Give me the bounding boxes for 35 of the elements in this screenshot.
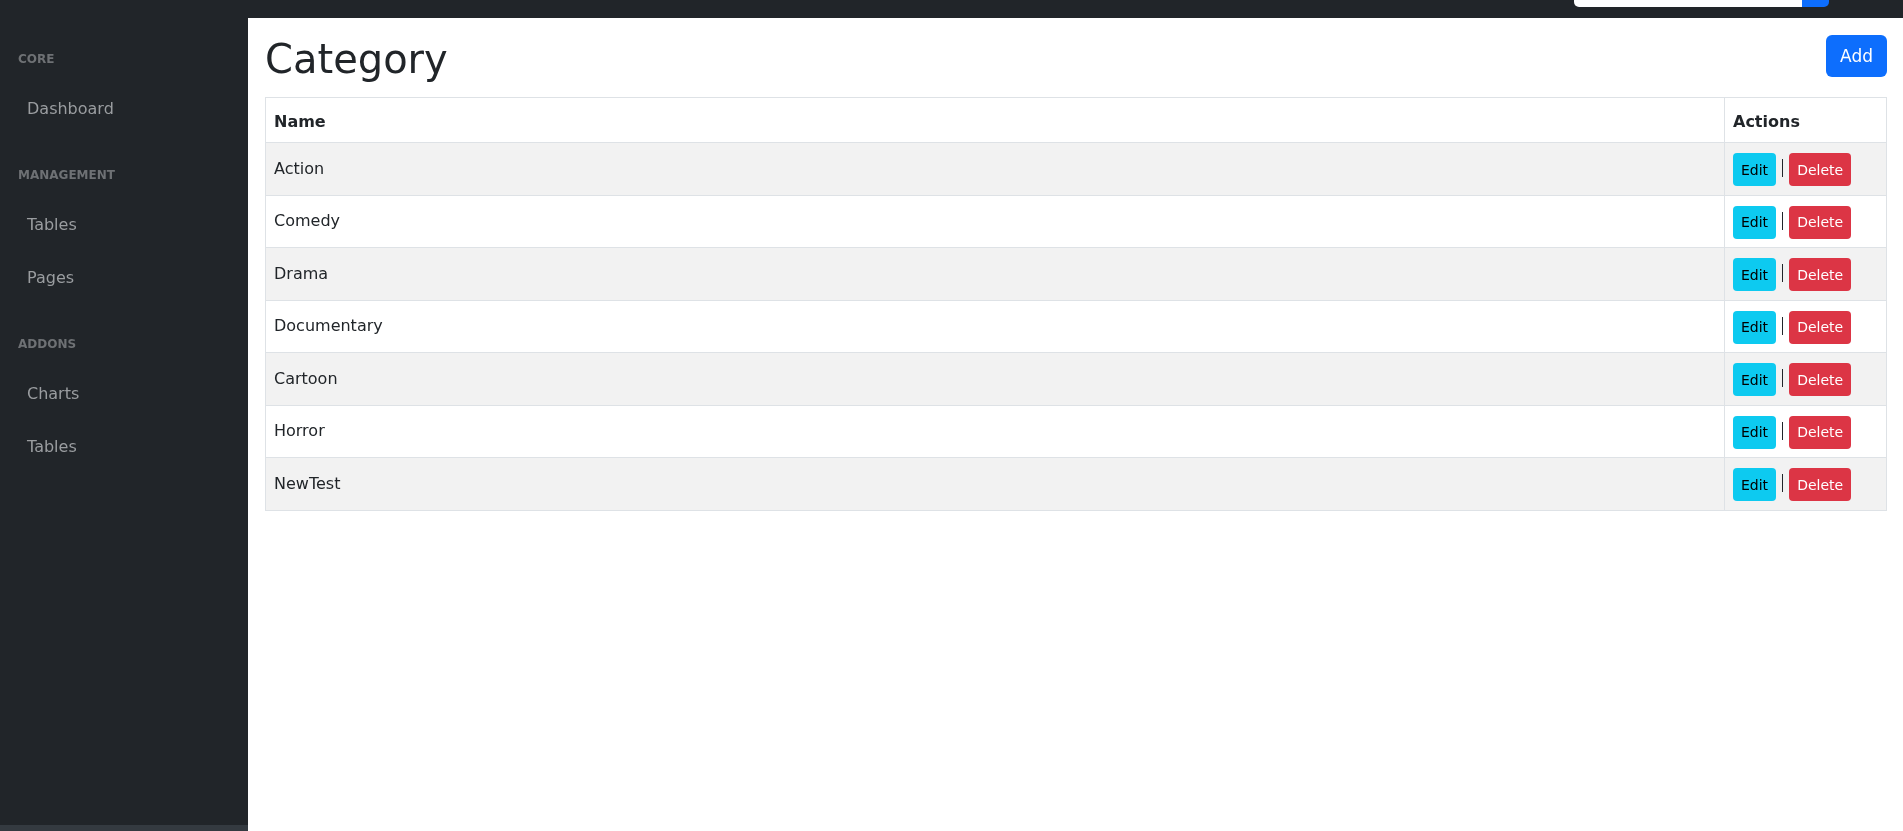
delete-button[interactable]: Delete	[1789, 258, 1852, 291]
delete-button[interactable]: Delete	[1789, 205, 1852, 239]
column-header: Actions	[1724, 97, 1887, 143]
table-cell: Horror	[265, 405, 1725, 458]
edit-button[interactable]: Edit	[1733, 415, 1777, 449]
sidebar-link[interactable]: Charts	[27, 384, 80, 403]
sidebar-link[interactable]: Tables	[27, 215, 77, 234]
edit-button[interactable]: Edit	[1733, 310, 1777, 344]
sidebar-heading: CORE	[18, 51, 55, 66]
sidebar-link[interactable]: Pages	[27, 268, 75, 287]
search-field[interactable]	[1574, 0, 1802, 7]
edit-button[interactable]: Edit	[1733, 363, 1777, 396]
sidebar-heading: ADDONS	[18, 336, 77, 351]
table-cell: Drama	[265, 247, 1725, 300]
table-cell: Comedy	[265, 195, 1725, 248]
delete-button[interactable]: Delete	[1789, 310, 1852, 344]
table-cell: NewTest	[265, 457, 1725, 510]
table-cell: Action	[265, 142, 1725, 195]
edit-button[interactable]: Edit	[1733, 468, 1777, 501]
edit-button[interactable]: Edit	[1733, 205, 1777, 239]
table-cell: Documentary	[265, 300, 1725, 353]
sidebar-link[interactable]: Dashboard	[27, 99, 114, 118]
sidebar-heading: MANAGEMENT	[18, 167, 115, 182]
delete-button[interactable]: Delete	[1789, 363, 1852, 396]
search-button[interactable]	[1802, 0, 1829, 7]
column-header: Name	[265, 97, 1725, 143]
table-cell: Cartoon	[265, 352, 1725, 405]
page-title: Category	[265, 35, 448, 83]
edit-button[interactable]: Edit	[1733, 153, 1777, 186]
edit-button[interactable]: Edit	[1733, 258, 1777, 291]
delete-button[interactable]: Delete	[1789, 468, 1852, 501]
delete-button[interactable]: Delete	[1789, 153, 1852, 186]
add-button[interactable]: Add	[1826, 35, 1887, 77]
sidebar-link[interactable]: Tables	[27, 437, 77, 456]
delete-button[interactable]: Delete	[1789, 415, 1852, 449]
